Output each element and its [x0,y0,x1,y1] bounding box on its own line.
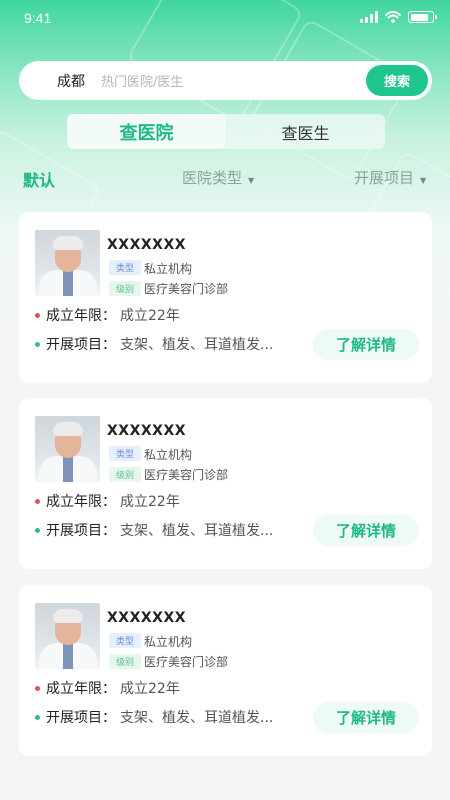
type-value: 私立机构 [144,635,193,649]
details-button[interactable]: 了解详情 [313,515,419,546]
projects-value: 支架、植发、耳道植发... [120,337,274,353]
level-value: 医疗美容门诊部 [144,655,229,669]
projects-row: 开展项目： 支架、植发、耳道植发... [35,520,273,540]
status-bar: 9:41 [0,0,450,38]
founded-label: 成立年限： [46,494,116,510]
search-mode-tabs: 查医院 查医生 [67,114,385,149]
status-icons [360,11,437,23]
projects-value: 支架、植发、耳道植发... [120,523,274,539]
doctor-photo [35,230,100,296]
level-tag: 级别 [109,467,142,482]
filter-hospital-type[interactable]: 医院类型 ▼ [182,167,254,188]
tab-doctor[interactable]: 查医生 [226,114,385,149]
founded-value: 成立22年 [120,308,180,324]
details-button[interactable]: 了解详情 [313,329,419,360]
bullet-dot-icon [35,498,40,504]
projects-label: 开展项目： [46,710,116,726]
battery-icon [408,11,437,23]
status-time: 9:41 [24,10,52,26]
level-value: 医疗美容门诊部 [144,468,229,482]
founded-row: 成立年限： 成立22年 [35,491,180,511]
founded-label: 成立年限： [46,308,116,324]
projects-row: 开展项目： 支架、植发、耳道植发... [35,334,273,354]
bullet-dot-icon [35,312,40,318]
caret-down-icon: ▼ [420,175,427,185]
hospital-name: XXXXXXX [107,610,187,626]
type-value: 私立机构 [144,448,193,462]
type-value: 私立机构 [144,262,193,276]
details-button[interactable]: 了解详情 [313,702,419,733]
type-tag: 类型 [109,446,142,461]
city-selector[interactable]: 成都 [57,71,85,91]
founded-row: 成立年限： 成立22年 [35,305,180,325]
filter-default[interactable]: 默认 [23,167,55,191]
projects-label: 开展项目： [46,337,116,353]
projects-row: 开展项目： 支架、植发、耳道植发... [35,707,273,727]
signal-icon [360,11,378,23]
level-tag: 级别 [109,281,142,296]
projects-label: 开展项目： [46,523,116,539]
bullet-dot-icon [35,685,40,691]
doctor-photo [35,603,100,669]
hospital-card[interactable]: XXXXXXX 类型 私立机构 级别 医疗美容门诊部 成立年限： 成立22年 开… [19,585,432,756]
projects-value: 支架、植发、耳道植发... [120,710,274,726]
filter-label: 开展项目 [354,169,415,187]
filter-projects[interactable]: 开展项目 ▼ [354,167,426,188]
wifi-icon [385,11,401,23]
hospital-name: XXXXXXX [107,423,187,439]
caret-down-icon: ▼ [248,175,255,185]
founded-value: 成立22年 [120,494,180,510]
filter-row: 默认 医院类型 ▼ 开展项目 ▼ [0,165,450,193]
hospital-card[interactable]: XXXXXXX 类型 私立机构 级别 医疗美容门诊部 成立年限： 成立22年 开… [19,398,432,569]
hospital-name: XXXXXXX [107,237,187,253]
type-tag: 类型 [109,633,142,648]
level-value: 医疗美容门诊部 [144,282,229,296]
search-button[interactable]: 搜索 [366,65,428,96]
founded-value: 成立22年 [120,681,180,697]
tab-hospital[interactable]: 查医院 [67,114,226,149]
doctor-photo [35,416,100,482]
filter-label: 医院类型 [182,169,243,187]
search-bar: 成都 热门医院/医生 搜索 [19,61,432,100]
bullet-dot-icon [35,714,40,720]
founded-row: 成立年限： 成立22年 [35,678,180,698]
filter-label: 默认 [23,171,56,190]
type-tag: 类型 [109,260,142,275]
level-tag: 级别 [109,654,142,669]
bullet-dot-icon [35,341,40,347]
hospital-card[interactable]: XXXXXXX 类型 私立机构 级别 医疗美容门诊部 成立年限： 成立22年 开… [19,212,432,383]
bullet-dot-icon [35,527,40,533]
founded-label: 成立年限： [46,681,116,697]
search-input[interactable]: 热门医院/医生 [101,71,366,90]
